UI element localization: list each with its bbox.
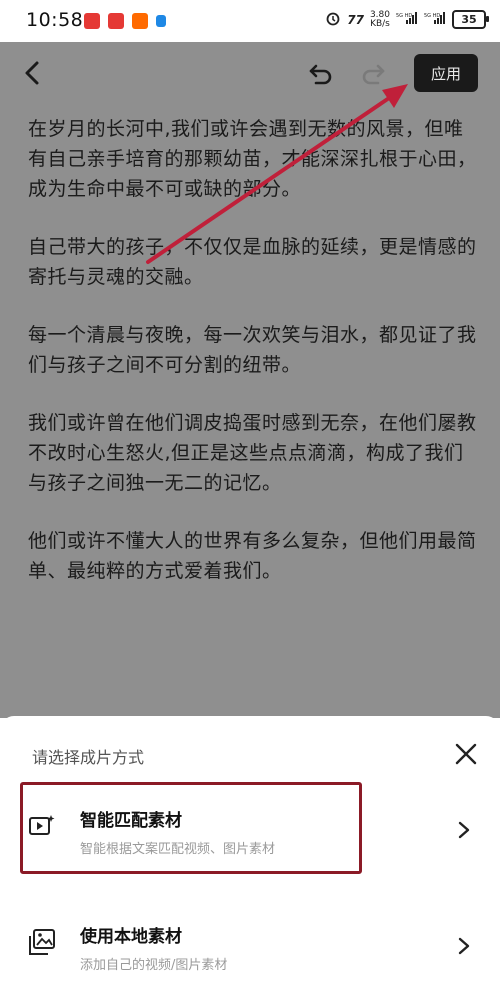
app-notification-icon (108, 13, 124, 29)
svg-text:5G HD: 5G HD (424, 13, 440, 19)
paragraph: 在岁月的长河中,我们或许会遇到无数的风景，但唯有自己亲手培育的那颗幼苗，才能深深… (28, 118, 477, 200)
signal-icon: 5G HD (396, 11, 418, 28)
smart-video-icon (28, 812, 56, 840)
nfc-icon: 77 (347, 12, 364, 27)
battery-indicator: 35 (452, 10, 489, 29)
sheet-title: 请选择成片方式 (32, 748, 145, 767)
option-smart-match[interactable]: 智能匹配素材 智能根据文案匹配视频、图片素材 (0, 788, 500, 870)
option-subtitle: 添加自己的视频/图片素材 (80, 958, 228, 973)
script-text[interactable]: 在岁月的长河中,我们或许会遇到无数的风景，但唯有自己亲手培育的那颗幼苗，才能深深… (28, 114, 478, 614)
undo-icon (309, 64, 332, 85)
paragraph: 我们或许曾在他们调皮捣蛋时感到无奈，在他们屡教不改时心生怒火,但正是这些点点滴滴… (28, 412, 477, 494)
back-arrow-icon (25, 61, 39, 85)
speed-unit: KB/s (370, 18, 390, 29)
redo-icon (362, 64, 385, 85)
back-button[interactable] (18, 58, 48, 88)
app-notification-icon (156, 15, 166, 27)
close-icon (455, 743, 477, 765)
paragraph: 每一个清晨与夜晚，每一次欢笑与泪水，都见证了我们与孩子之间不可分割的纽带。 (28, 324, 477, 376)
undo-button[interactable] (306, 58, 336, 88)
option-title: 使用本地素材 (80, 927, 182, 947)
text-editor: 应用 在岁月的长河中,我们或许会遇到无数的风景，但唯有自己亲手培育的那颗幼苗，才… (0, 42, 500, 718)
status-bar: 10:58 77 3.80 KB/s 5G HD 5G HD 35 (0, 0, 500, 42)
option-title: 智能匹配素材 (80, 811, 182, 831)
status-time: 10:58 (26, 9, 84, 31)
alarm-icon (325, 10, 341, 29)
option-local-media[interactable]: 使用本地素材 添加自己的视频/图片素材 (0, 904, 500, 986)
network-speed: 3.80 KB/s (370, 10, 390, 29)
chevron-right-icon (456, 936, 472, 956)
status-right: 77 3.80 KB/s 5G HD 5G HD 35 (325, 10, 489, 29)
chevron-right-icon (456, 820, 472, 840)
svg-text:5G HD: 5G HD (396, 13, 412, 19)
close-button[interactable] (452, 740, 480, 768)
app-notification-icon (132, 13, 148, 29)
signal-icon: 5G HD (424, 11, 446, 28)
app-notification-icon (84, 13, 100, 29)
bottom-sheet: 请选择成片方式 智能匹配素材 智能根据文案匹配视频、图片素材 使用本地素材 添加… (0, 716, 500, 986)
redo-button[interactable] (358, 58, 388, 88)
paragraph: 自己带大的孩子，不仅仅是血脉的延续，更是情感的寄托与灵魂的交融。 (28, 236, 477, 288)
gallery-icon (28, 928, 56, 956)
option-subtitle: 智能根据文案匹配视频、图片素材 (80, 842, 276, 857)
apply-button[interactable]: 应用 (414, 54, 478, 92)
paragraph: 他们或许不懂大人的世界有多么复杂，但他们用最简单、最纯粹的方式爱着我们。 (28, 530, 477, 582)
